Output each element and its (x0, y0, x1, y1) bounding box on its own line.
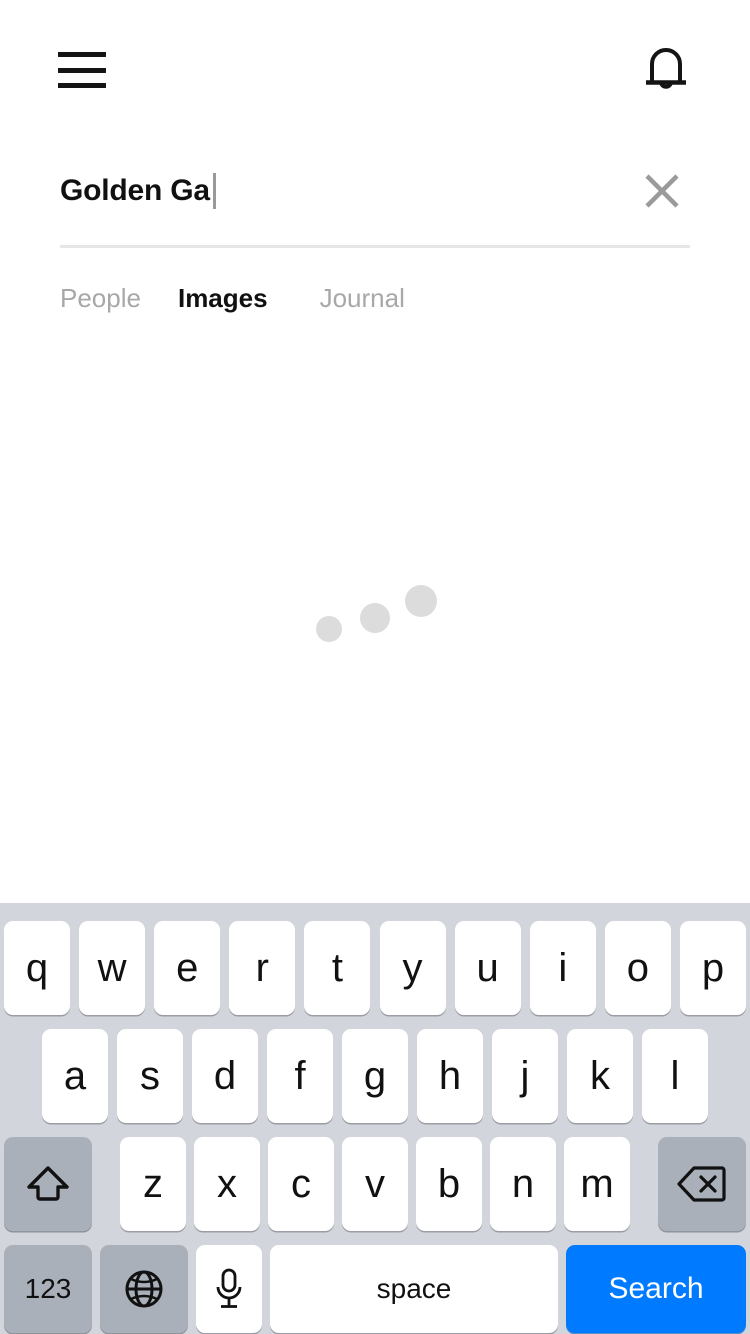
dictation-key[interactable] (196, 1245, 262, 1333)
keyboard-row-3-letters: z x c v b n m (120, 1137, 630, 1231)
notifications-button[interactable] (638, 42, 694, 98)
search-row: Golden Ga (60, 156, 690, 226)
key-w[interactable]: w (79, 921, 146, 1015)
hamburger-menu-icon[interactable] (58, 50, 106, 90)
search-return-key[interactable]: Search (566, 1245, 746, 1333)
key-c[interactable]: c (268, 1137, 334, 1231)
key-v[interactable]: v (342, 1137, 408, 1231)
search-scope-tabs: People Images Journal (60, 283, 405, 314)
hamburger-line (58, 67, 106, 73)
keyboard-row-2: a s d f g h j k l (0, 1029, 750, 1123)
key-f[interactable]: f (267, 1029, 333, 1123)
key-j[interactable]: j (492, 1029, 558, 1123)
search-field-container[interactable]: Golden Ga (60, 156, 690, 248)
top-app-bar (0, 0, 750, 140)
hamburger-line (58, 83, 106, 88)
backspace-key[interactable] (658, 1137, 746, 1231)
key-a[interactable]: a (42, 1029, 108, 1123)
space-key[interactable]: space (270, 1245, 558, 1333)
key-s[interactable]: s (117, 1029, 183, 1123)
results-loading-indicator (0, 580, 750, 650)
key-i[interactable]: i (529, 921, 596, 1015)
keyboard-row-3: z x c v b n m (0, 1137, 750, 1231)
clear-search-button[interactable] (634, 163, 690, 219)
search-underline-divider (60, 245, 690, 248)
microphone-icon (216, 1268, 242, 1308)
text-caret (212, 173, 216, 209)
key-l[interactable]: l (642, 1029, 708, 1123)
key-o[interactable]: o (604, 921, 671, 1015)
keyboard-row-4: 123 space Search (0, 1245, 750, 1333)
shift-key[interactable] (4, 1137, 92, 1231)
numbers-key[interactable]: 123 (4, 1245, 92, 1333)
key-n[interactable]: n (490, 1137, 556, 1231)
globe-icon (125, 1270, 163, 1308)
loading-dot (360, 603, 390, 633)
tab-images[interactable]: Images (178, 283, 268, 314)
tab-people[interactable]: People (60, 283, 141, 314)
key-r[interactable]: r (229, 921, 296, 1015)
search-input[interactable]: Golden Ga (60, 156, 634, 226)
key-q[interactable]: q (4, 921, 70, 1015)
key-t[interactable]: t (304, 921, 371, 1015)
key-u[interactable]: u (454, 921, 521, 1015)
key-d[interactable]: d (192, 1029, 258, 1123)
backspace-delete-icon (677, 1166, 726, 1202)
loading-dot (405, 585, 437, 617)
hamburger-line (58, 52, 106, 57)
app-screen: Golden Ga People Images Journal q w e r … (0, 0, 750, 1334)
globe-key[interactable] (100, 1245, 188, 1333)
shift-arrow-up-icon (27, 1166, 69, 1201)
on-screen-keyboard: q w e r t y u i o p a s d f g h j k l z … (0, 903, 750, 1334)
key-k[interactable]: k (567, 1029, 633, 1123)
keyboard-row-1: q w e r t y u i o p (0, 921, 750, 1015)
key-g[interactable]: g (342, 1029, 408, 1123)
loading-dot (316, 616, 342, 642)
key-h[interactable]: h (417, 1029, 483, 1123)
key-m[interactable]: m (564, 1137, 630, 1231)
key-z[interactable]: z (120, 1137, 186, 1231)
key-y[interactable]: y (379, 921, 446, 1015)
search-input-value: Golden Ga (60, 174, 210, 207)
key-x[interactable]: x (194, 1137, 260, 1231)
close-x-icon (645, 174, 679, 208)
bell-icon (646, 48, 686, 89)
key-p[interactable]: p (679, 921, 746, 1015)
tab-journal[interactable]: Journal (320, 283, 405, 314)
key-e[interactable]: e (154, 921, 221, 1015)
key-b[interactable]: b (416, 1137, 482, 1231)
